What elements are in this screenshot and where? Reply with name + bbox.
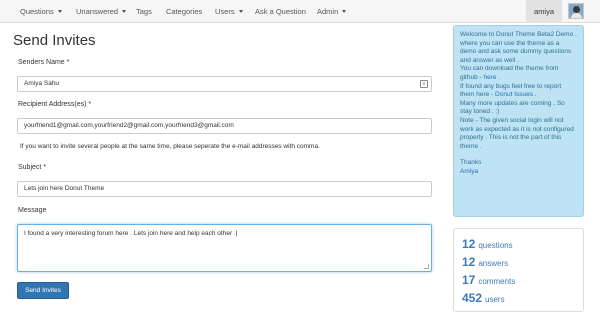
nav-categories[interactable]: Categories <box>166 0 202 23</box>
recipient-value: yourfriend1@gmail.com,yourfriend2@gmail.… <box>24 122 234 129</box>
nav-user-menu[interactable]: amiya <box>526 0 562 23</box>
top-navbar: Questions Unanswered Tags Categories Use… <box>0 0 600 23</box>
note-text: Note - The given social login will not w… <box>460 116 574 150</box>
page-title: Send Invites <box>13 32 96 49</box>
thanks-text: Thanks <box>460 159 482 167</box>
sender-name-input[interactable]: Amiya Sahu ≡ <box>17 76 432 92</box>
welcome-text: Welcome to Donut Theme Beta2 Demo , wher… <box>460 31 577 64</box>
sender-name-value: Amiya Sahu <box>24 80 60 87</box>
sender-label: Senders Name * <box>18 59 70 66</box>
autofill-icon[interactable]: ≡ <box>420 80 428 88</box>
recipient-input[interactable]: yourfriend1@gmail.com,yourfriend2@gmail.… <box>17 118 432 134</box>
github-link[interactable]: here <box>484 74 497 81</box>
download-text: You can download the theme from github -… <box>460 65 559 81</box>
send-invites-button[interactable]: Send Invites <box>17 282 69 299</box>
stat-users[interactable]: 452 users <box>462 289 575 307</box>
message-value: I found a very interesting forum here . … <box>24 230 238 237</box>
message-label: Message <box>18 207 47 214</box>
subject-value: Lets join here Donut Theme <box>24 185 105 192</box>
caret-down-icon <box>342 10 347 13</box>
nav-unanswered[interactable]: Unanswered <box>76 0 127 23</box>
nav-admin[interactable]: Admin <box>317 0 347 23</box>
nav-ask-question[interactable]: Ask a Question <box>255 0 306 23</box>
resize-handle-icon[interactable] <box>424 264 429 269</box>
stat-questions[interactable]: 12 questions <box>462 235 575 253</box>
nav-tags[interactable]: Tags <box>136 0 152 23</box>
signature-link[interactable]: Amiya <box>460 168 478 175</box>
caret-down-icon <box>57 10 62 13</box>
avatar-head <box>573 6 580 13</box>
subject-label: Subject * <box>18 164 47 171</box>
caret-down-icon <box>238 10 243 13</box>
user-avatar-icon[interactable] <box>568 3 584 19</box>
message-textarea[interactable]: I found a very interesting forum here . … <box>17 224 432 272</box>
recipient-help-text: If you want to invite several people at … <box>20 143 320 150</box>
bug-report-text: If found any bugs feel free to report th… <box>460 82 562 99</box>
nav-users[interactable]: Users <box>215 0 243 23</box>
stats-panel: 12 questions 12 answers 17 comments 452 user… <box>453 228 584 312</box>
subject-input[interactable]: Lets join here Donut Theme <box>17 181 432 197</box>
welcome-panel: Welcome to Donut Theme Beta2 Demo , wher… <box>453 25 584 217</box>
stat-answers[interactable]: 12 answers <box>462 253 575 271</box>
avatar-body <box>571 13 582 18</box>
updates-text: Many more updates are coming , So stay t… <box>460 99 565 116</box>
recipient-label: Recipient Address(es) * <box>18 101 92 108</box>
caret-down-icon <box>122 10 127 13</box>
donut-issues-link[interactable]: Donut Issues <box>495 91 533 98</box>
nav-questions[interactable]: Questions <box>20 0 62 23</box>
stat-comments[interactable]: 17 comments <box>462 271 575 289</box>
